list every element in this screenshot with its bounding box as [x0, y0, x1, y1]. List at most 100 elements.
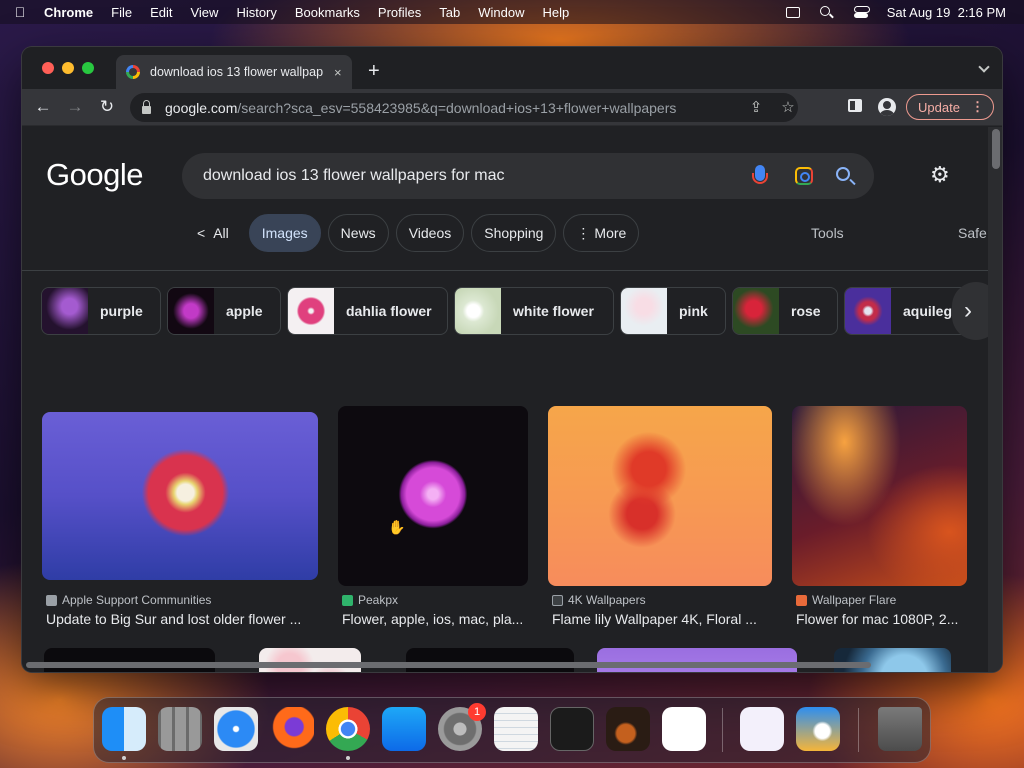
- trash-icon[interactable]: [878, 707, 922, 751]
- image-result-thumbnail[interactable]: [834, 648, 951, 672]
- side-panel-icon[interactable]: [848, 99, 862, 112]
- suggestion-thumbnail: [42, 288, 88, 334]
- image-result[interactable]: 4K Wallpapers Flame lily Wallpaper 4K, F…: [548, 406, 772, 632]
- address-bar[interactable]: google.com /search?sca_esv=558423985&q=d…: [130, 93, 798, 122]
- image-result[interactable]: Apple Support Communities Update to Big …: [42, 412, 318, 632]
- suggestion-chip[interactable]: white flower: [454, 287, 614, 335]
- result-title[interactable]: Update to Big Sur and lost older flower …: [46, 611, 301, 627]
- wallpaper-flare-favicon-icon: [796, 594, 807, 606]
- google-lens-icon[interactable]: [795, 167, 813, 185]
- suggestion-chip[interactable]: apple: [167, 287, 281, 335]
- result-title[interactable]: Flower, apple, ios, mac, pla...: [342, 611, 523, 627]
- textedit-icon[interactable]: [494, 707, 538, 751]
- image-result[interactable]: Peakpx Flower, apple, ios, mac, pla...: [338, 406, 528, 632]
- garageband-icon[interactable]: [606, 707, 650, 751]
- vscode-icon[interactable]: [662, 707, 706, 751]
- more-options-icon[interactable]: ⋮: [982, 165, 988, 183]
- result-thumbnail[interactable]: [792, 406, 967, 586]
- search-query[interactable]: download ios 13 flower wallpapers for ma…: [203, 167, 504, 185]
- result-source[interactable]: 4K Wallpapers: [552, 593, 646, 607]
- result-title[interactable]: Flower for mac 1080P, 2...: [796, 611, 958, 627]
- search-input[interactable]: download ios 13 flower wallpapers for ma…: [182, 153, 874, 199]
- app-store-icon[interactable]: [382, 707, 426, 751]
- browser-tab[interactable]: download ios 13 flower wallpap ×: [116, 55, 352, 89]
- chrome-icon[interactable]: [326, 707, 370, 751]
- result-source[interactable]: Wallpaper Flare: [796, 593, 896, 607]
- image-result[interactable]: Wallpaper Flare Flower for mac 1080P, 2.…: [792, 406, 967, 632]
- menu-file[interactable]: File: [102, 5, 141, 20]
- suggestion-chip[interactable]: purple: [41, 287, 161, 335]
- image-result-thumbnail[interactable]: [259, 648, 361, 672]
- tab-images[interactable]: Images: [248, 214, 321, 252]
- google-logo[interactable]: Google: [46, 157, 143, 193]
- menu-bookmarks[interactable]: Bookmarks: [286, 5, 369, 20]
- settings-gear-icon[interactable]: ⚙: [930, 164, 952, 186]
- horizontal-scrollbar[interactable]: [26, 662, 871, 668]
- weather-icon[interactable]: [796, 707, 840, 751]
- share-icon[interactable]: ⇪: [748, 100, 764, 116]
- tab-close-icon[interactable]: ×: [334, 65, 342, 80]
- terminal-icon[interactable]: [550, 707, 594, 751]
- result-source[interactable]: Peakpx: [342, 593, 398, 607]
- new-tab-button[interactable]: +: [368, 61, 380, 81]
- result-source-name: Wallpaper Flare: [812, 593, 897, 607]
- lock-icon[interactable]: [142, 99, 151, 114]
- menu-profiles[interactable]: Profiles: [369, 5, 430, 20]
- tab-more[interactable]: ⋮ More: [563, 214, 640, 252]
- suggestion-chip[interactable]: rose: [732, 287, 838, 335]
- control-center-icon[interactable]: [853, 5, 870, 19]
- tools-button[interactable]: Tools: [811, 225, 844, 241]
- tab-news[interactable]: News: [327, 214, 389, 252]
- running-indicator: [346, 756, 350, 760]
- safari-icon[interactable]: [214, 707, 258, 751]
- bookmark-star-icon[interactable]: ☆: [780, 100, 796, 116]
- menu-tab[interactable]: Tab: [430, 5, 469, 20]
- menu-window[interactable]: Window: [469, 5, 533, 20]
- tab-search-chevron-icon[interactable]: [978, 61, 990, 73]
- tab-shopping[interactable]: Shopping: [471, 214, 557, 252]
- menu-edit[interactable]: Edit: [141, 5, 181, 20]
- system-settings-icon[interactable]: 1: [438, 703, 486, 751]
- browser-window: download ios 13 flower wallpap × + ← → ↻…: [22, 47, 1002, 672]
- menu-history[interactable]: History: [227, 5, 285, 20]
- suggestion-chip[interactable]: dahlia flower: [287, 287, 448, 335]
- result-thumbnail[interactable]: [338, 406, 528, 586]
- profile-avatar-icon[interactable]: [878, 98, 896, 116]
- vertical-scrollbar[interactable]: [992, 129, 1000, 169]
- safesearch-button[interactable]: Safe: [958, 225, 987, 241]
- minimize-window-button[interactable]: [62, 62, 74, 74]
- chevron-right-icon[interactable]: ›: [952, 282, 988, 340]
- screen-mirroring-icon[interactable]: [785, 5, 801, 19]
- zoom-window-button[interactable]: [82, 62, 94, 74]
- result-thumbnail[interactable]: [548, 406, 772, 586]
- menu-app-name[interactable]: Chrome: [40, 5, 102, 20]
- update-button[interactable]: Update ⋮: [906, 94, 994, 120]
- tab-videos[interactable]: Videos: [395, 214, 465, 252]
- spotlight-icon[interactable]: [819, 5, 835, 19]
- close-window-button[interactable]: [42, 62, 54, 74]
- back-button[interactable]: ←: [33, 97, 53, 117]
- dock: 1: [93, 697, 931, 763]
- apple-menu-icon[interactable]: : [0, 4, 40, 20]
- menu-view[interactable]: View: [181, 5, 227, 20]
- visual-studio-icon[interactable]: [740, 707, 784, 751]
- tab-all[interactable]: < All: [188, 214, 242, 252]
- launchpad-icon[interactable]: [158, 707, 202, 751]
- result-thumbnail[interactable]: [42, 412, 318, 580]
- image-result-thumbnail[interactable]: [406, 648, 574, 672]
- result-source[interactable]: Apple Support Communities: [46, 593, 211, 607]
- finder-icon[interactable]: [102, 707, 146, 751]
- forward-button[interactable]: →: [65, 97, 85, 117]
- search-icon[interactable]: [836, 167, 850, 181]
- reload-button[interactable]: ↻: [97, 97, 117, 117]
- result-title[interactable]: Flame lily Wallpaper 4K, Floral ...: [552, 611, 757, 627]
- firefox-icon[interactable]: [270, 707, 314, 751]
- chrome-menu-icon[interactable]: ⋮: [971, 99, 984, 114]
- image-result-thumbnail[interactable]: [44, 648, 215, 672]
- voice-search-icon[interactable]: [752, 165, 768, 184]
- menu-help[interactable]: Help: [534, 5, 579, 20]
- image-result-thumbnail[interactable]: [597, 648, 797, 672]
- tab-news-label: News: [340, 225, 376, 241]
- suggestion-chip[interactable]: pink: [620, 287, 726, 335]
- menubar-clock[interactable]: Sat Aug 19 2:16 PM: [887, 5, 1006, 20]
